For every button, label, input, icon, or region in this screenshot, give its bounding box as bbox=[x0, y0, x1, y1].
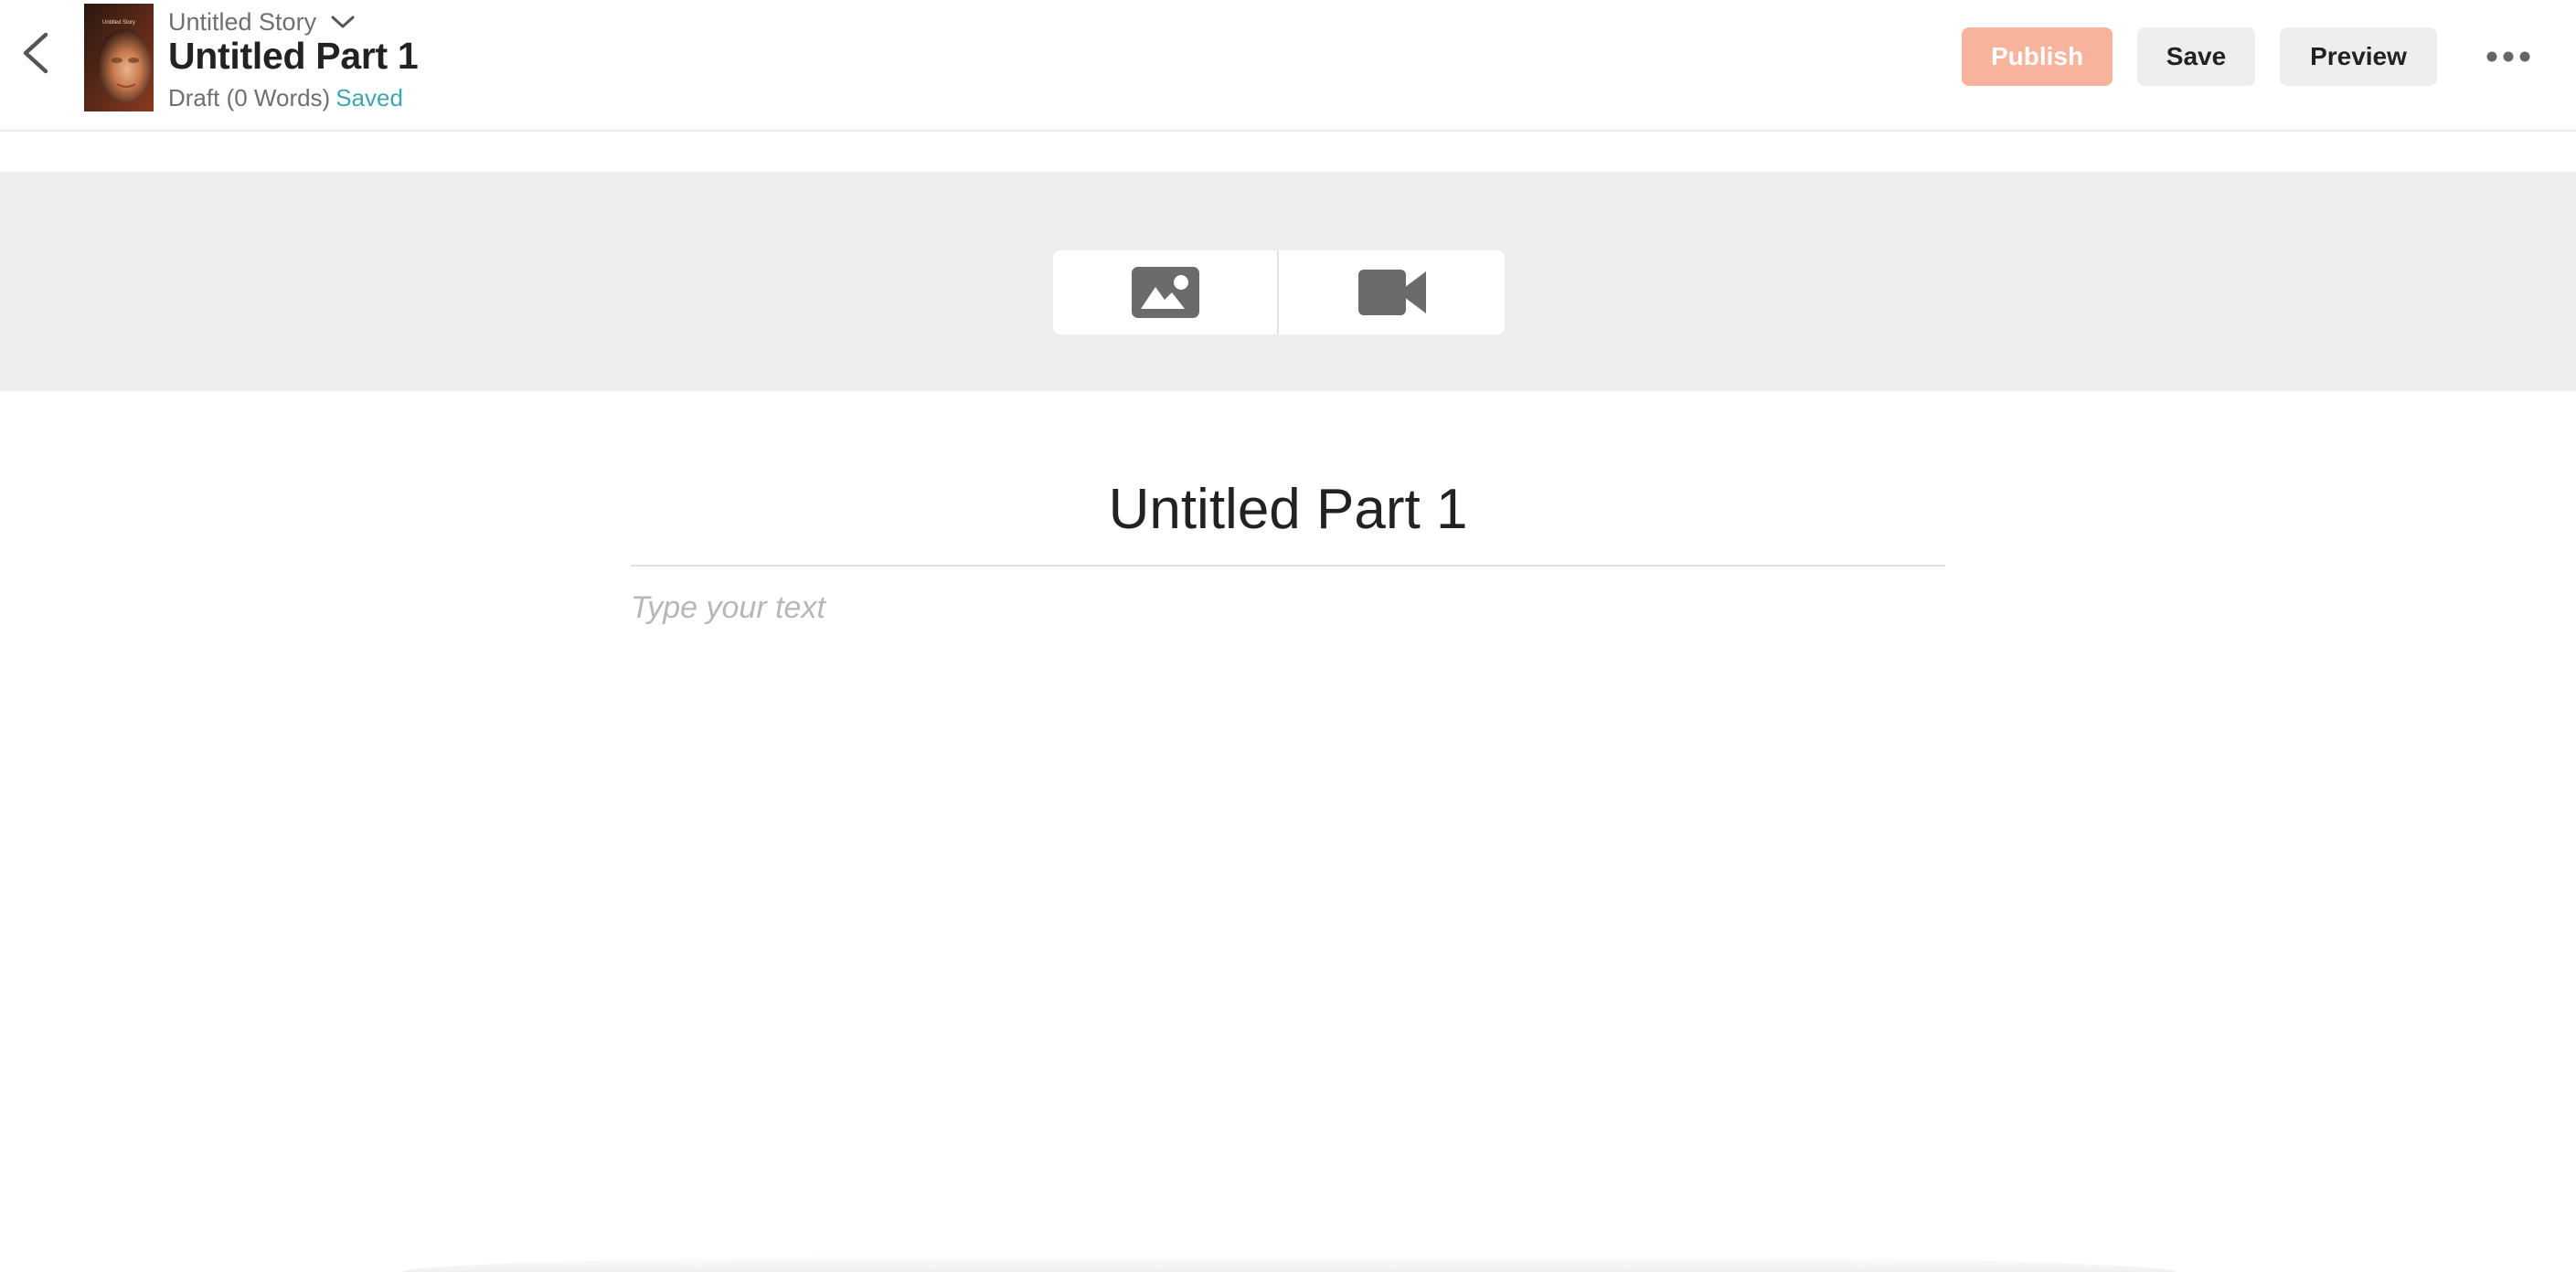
story-body-input[interactable]: Type your text bbox=[631, 590, 1945, 645]
cover-caption: Untitled Story bbox=[102, 20, 135, 26]
word-count-status: Draft (0 Words) bbox=[168, 84, 331, 111]
story-cover-thumbnail[interactable]: Untitled Story bbox=[84, 4, 154, 111]
back-button[interactable] bbox=[13, 27, 59, 79]
draft-status-line: Draft (0 Words) Saved bbox=[168, 84, 403, 112]
story-title: Untitled Story bbox=[168, 7, 317, 36]
chevron-down-icon bbox=[329, 13, 357, 31]
story-editor: Untitled Part 1 Type your text bbox=[631, 457, 1945, 645]
video-camera-icon bbox=[1357, 270, 1426, 315]
saved-status: Saved bbox=[335, 84, 403, 111]
image-icon bbox=[1131, 267, 1199, 318]
more-options-button[interactable] bbox=[2483, 40, 2534, 73]
part-title-input[interactable]: Untitled Part 1 bbox=[631, 457, 1945, 567]
media-toolbar bbox=[1053, 250, 1505, 334]
more-horizontal-icon bbox=[2486, 51, 2530, 62]
media-header-area bbox=[0, 172, 2576, 391]
cover-image: Untitled Story bbox=[84, 4, 154, 111]
preview-button[interactable]: Preview bbox=[2280, 27, 2437, 86]
editor-header: Untitled Story Untitled Story Untitled P… bbox=[0, 0, 2576, 132]
insert-video-button[interactable] bbox=[1279, 250, 1505, 334]
part-title: Untitled Part 1 bbox=[168, 35, 419, 77]
bottom-shadow bbox=[402, 1254, 2176, 1272]
chevron-left-icon bbox=[23, 32, 48, 74]
save-button[interactable]: Save bbox=[2137, 27, 2255, 86]
publish-button[interactable]: Publish bbox=[1962, 27, 2113, 86]
insert-image-button[interactable] bbox=[1053, 250, 1279, 334]
